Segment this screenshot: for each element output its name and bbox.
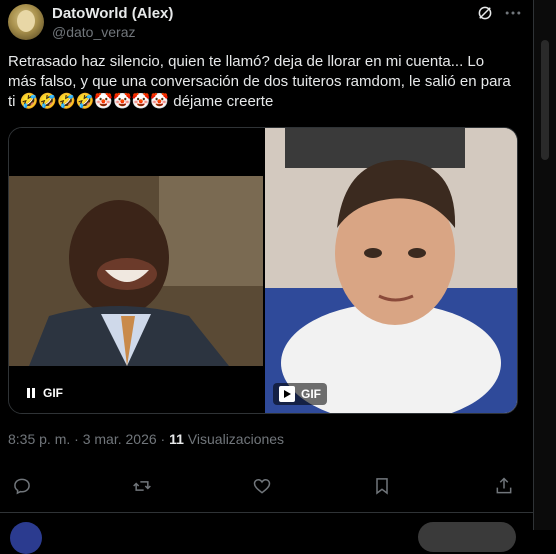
reply-button[interactable] [10, 474, 34, 498]
tweet-meta: 8:35 p. m. · 3 mar. 2026 · 11 Visualizac… [8, 431, 284, 447]
gif-left[interactable]: GIF [9, 128, 263, 413]
gif-right[interactable]: GIF [265, 128, 517, 413]
pause-icon[interactable] [25, 387, 37, 399]
action-bar [0, 474, 533, 498]
avatar[interactable] [8, 4, 44, 40]
views-label: Visualizaciones [183, 431, 285, 447]
scrollbar[interactable] [534, 0, 556, 530]
bookmark-button[interactable] [370, 474, 394, 498]
laughing-man-image [9, 176, 263, 366]
grok-icon[interactable] [476, 4, 494, 22]
author-display-name[interactable]: DatoWorld (Alex) [52, 5, 173, 22]
repost-icon [133, 481, 151, 491]
tweet-date[interactable]: 3 mar. 2026 [83, 431, 157, 447]
heart-icon [253, 478, 271, 494]
views-count: 11 [169, 431, 184, 447]
tweet-text: Retrasado haz silencio, quien te llamó? … [8, 52, 516, 112]
bookmark-icon [376, 478, 388, 495]
play-icon[interactable] [279, 386, 295, 402]
author-handle[interactable]: @dato_veraz [52, 24, 135, 40]
share-button[interactable] [492, 474, 516, 498]
repost-button[interactable] [130, 474, 154, 498]
avatar-face [17, 10, 35, 32]
man-portrait-image [265, 128, 517, 413]
tweet-time[interactable]: 8:35 p. m. [8, 431, 70, 447]
reply-icon [14, 478, 30, 495]
share-icon [496, 477, 512, 494]
meta-separator: · [156, 431, 170, 447]
gif-left-label: GIF [43, 386, 63, 400]
tweet-text-end: déjame creerte [169, 93, 274, 110]
media-grid: GIF GIF [8, 127, 518, 414]
tweet: DatoWorld (Alex) @dato_veraz Retrasado h… [0, 0, 534, 554]
reply-composer-button[interactable] [418, 522, 516, 552]
reply-composer-avatar[interactable] [10, 522, 42, 554]
gif-right-label: GIF [301, 387, 321, 401]
gif-right-control[interactable]: GIF [273, 383, 327, 405]
gif-left-frame [9, 176, 263, 366]
more-icon[interactable] [503, 3, 523, 23]
like-button[interactable] [250, 474, 274, 498]
scrollbar-thumb[interactable] [541, 40, 549, 160]
gif-left-control[interactable]: GIF [25, 386, 63, 400]
divider [0, 512, 533, 513]
meta-separator: · [70, 431, 83, 447]
tweet-emojis: 🤣🤣🤣🤣🤡🤡🤡🤡 [19, 93, 170, 110]
